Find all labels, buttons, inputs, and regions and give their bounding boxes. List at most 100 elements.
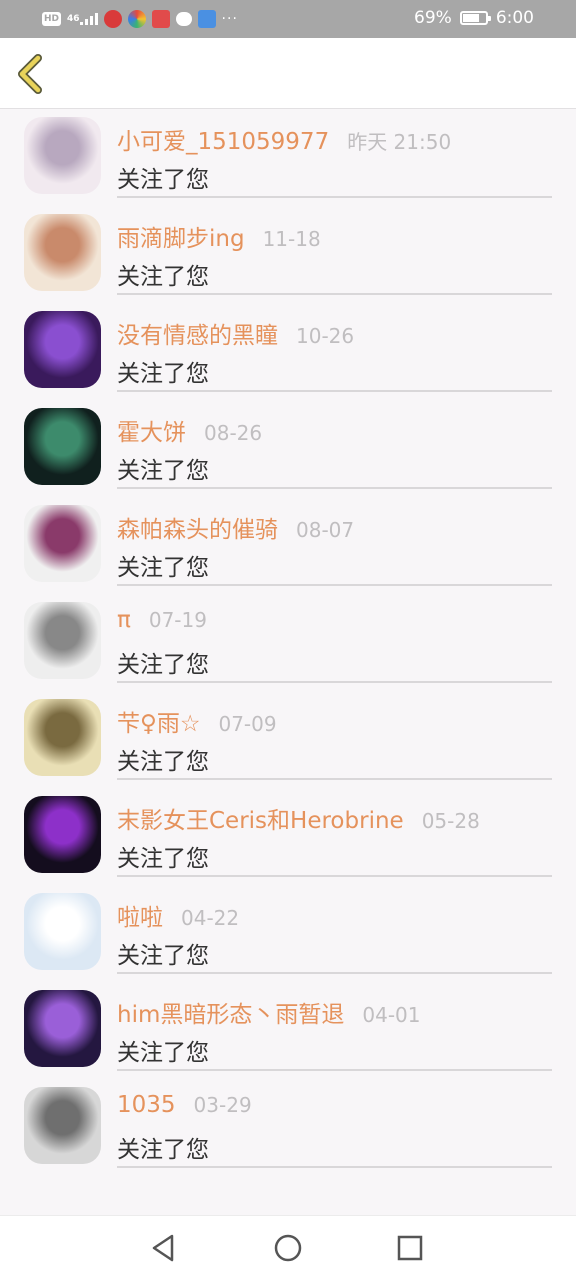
action-text: 关注了您 — [117, 749, 209, 775]
list-item[interactable]: 没有情感的黑瞳 10-26 关注了您 — [0, 302, 576, 399]
divider — [117, 390, 552, 392]
action-text: 关注了您 — [117, 555, 209, 581]
avatar[interactable] — [24, 505, 101, 582]
signal-icon: 46 — [67, 13, 98, 25]
user-name[interactable]: 霍大饼 — [117, 413, 186, 447]
list-item[interactable]: 小可爱_151059977 昨天 21:50 关注了您 — [0, 108, 576, 205]
list-item[interactable]: 1035 03-29 关注了您 — [0, 1078, 576, 1175]
square-recents-icon — [397, 1235, 423, 1261]
divider — [117, 487, 552, 489]
action-text: 关注了您 — [117, 652, 209, 678]
divider — [117, 681, 552, 683]
list-item[interactable]: 末影女王Ceris和Herobrine 05-28 关注了您 — [0, 787, 576, 884]
user-name[interactable]: 没有情感的黑瞳 — [117, 316, 278, 350]
user-name[interactable]: 末影女王Ceris和Herobrine — [117, 801, 404, 835]
user-name[interactable]: 小可爱_151059977 — [117, 122, 329, 156]
browser-app-icon — [127, 10, 146, 28]
user-name[interactable]: 雨滴脚步ing — [117, 219, 245, 253]
action-text: 关注了您 — [117, 1137, 209, 1163]
triangle-back-icon — [152, 1234, 174, 1262]
avatar[interactable] — [24, 893, 101, 970]
divider — [117, 196, 552, 198]
name-line: him黑暗形态丶雨暂退 04-01 — [117, 995, 421, 1029]
header-bar — [0, 38, 576, 109]
timestamp: 07-09 — [218, 712, 277, 736]
battery-icon — [459, 11, 491, 25]
divider — [117, 584, 552, 586]
send-app-icon — [197, 10, 216, 28]
action-text: 关注了您 — [117, 264, 209, 290]
user-name[interactable]: π — [117, 607, 131, 633]
name-line: 1035 03-29 — [117, 1092, 252, 1126]
status-icons-right: 69% 6:00 — [414, 8, 534, 28]
name-line: 霍大饼 08-26 — [117, 413, 262, 447]
avatar[interactable] — [24, 602, 101, 679]
nav-back-button[interactable] — [148, 1232, 180, 1264]
avatar[interactable] — [24, 796, 101, 873]
more-notifications-icon: ··· — [221, 11, 238, 27]
signal-bars-icon — [79, 13, 98, 25]
avatar[interactable] — [24, 990, 101, 1067]
battery-fill — [462, 14, 480, 22]
avatar[interactable] — [24, 214, 101, 291]
timestamp: 05-28 — [421, 809, 480, 833]
list-item[interactable]: 森帕森头的催骑 08-07 关注了您 — [0, 496, 576, 593]
name-line: π 07-19 — [117, 607, 207, 641]
user-name[interactable]: him黑暗形态丶雨暂退 — [117, 995, 344, 1029]
follow-notification-list: 小可爱_151059977 昨天 21:50 关注了您 雨滴脚步ing 11-18 关注了… — [0, 108, 576, 1175]
timestamp: 昨天 21:50 — [347, 130, 452, 154]
news-app-icon — [151, 10, 170, 28]
name-line: 啦啦 04-22 — [117, 898, 239, 932]
battery-percent: 69% — [414, 8, 452, 28]
weibo-app-icon — [103, 10, 122, 28]
timestamp: 08-07 — [296, 518, 355, 542]
status-icons-left: HD 46 ··· — [42, 9, 238, 29]
divider — [117, 972, 552, 974]
timestamp: 04-01 — [362, 1003, 421, 1027]
status-bar: HD 46 ··· 69% 6:00 — [0, 0, 576, 38]
action-text: 关注了您 — [117, 361, 209, 387]
avatar[interactable] — [24, 311, 101, 388]
divider — [117, 1166, 552, 1168]
avatar[interactable] — [24, 408, 101, 485]
timestamp: 04-22 — [181, 906, 240, 930]
navigation-bar — [0, 1215, 576, 1280]
timestamp: 07-19 — [148, 608, 207, 632]
action-text: 关注了您 — [117, 943, 209, 969]
avatar[interactable] — [24, 117, 101, 194]
avatar[interactable] — [24, 1087, 101, 1164]
timestamp: 10-26 — [296, 324, 355, 348]
hd-badge: HD — [42, 12, 62, 26]
timestamp: 11-18 — [262, 227, 321, 251]
name-line: 森帕森头的催骑 08-07 — [117, 510, 354, 544]
divider — [117, 778, 552, 780]
clock: 6:00 — [495, 8, 534, 28]
name-line: 末影女王Ceris和Herobrine 05-28 — [117, 801, 480, 835]
list-item[interactable]: him黑暗形态丶雨暂退 04-01 关注了您 — [0, 981, 576, 1078]
divider — [117, 875, 552, 877]
list-item[interactable]: 霍大饼 08-26 关注了您 — [0, 399, 576, 496]
user-name[interactable]: 1035 — [117, 1092, 176, 1118]
user-name[interactable]: 森帕森头的催骑 — [117, 510, 278, 544]
list-item[interactable]: π 07-19 关注了您 — [0, 593, 576, 690]
action-text: 关注了您 — [117, 167, 209, 193]
nav-recents-button[interactable] — [394, 1232, 426, 1264]
user-name[interactable]: 啦啦 — [117, 898, 163, 932]
user-name[interactable]: 芐♀雨☆ — [117, 704, 200, 738]
timestamp: 03-29 — [193, 1093, 252, 1117]
timestamp: 08-26 — [204, 421, 263, 445]
action-text: 关注了您 — [117, 458, 209, 484]
list-item[interactable]: 芐♀雨☆ 07-09 关注了您 — [0, 690, 576, 787]
chevron-left-icon — [18, 54, 42, 94]
list-item[interactable]: 啦啦 04-22 关注了您 — [0, 884, 576, 981]
action-text: 关注了您 — [117, 1040, 209, 1066]
divider — [117, 1069, 552, 1071]
avatar[interactable] — [24, 699, 101, 776]
back-button[interactable] — [12, 52, 52, 96]
signal-label: 46 — [67, 14, 80, 24]
message-icon — [175, 12, 192, 26]
nav-home-button[interactable] — [272, 1232, 304, 1264]
divider — [117, 293, 552, 295]
list-item[interactable]: 雨滴脚步ing 11-18 关注了您 — [0, 205, 576, 302]
circle-home-icon — [274, 1234, 302, 1262]
